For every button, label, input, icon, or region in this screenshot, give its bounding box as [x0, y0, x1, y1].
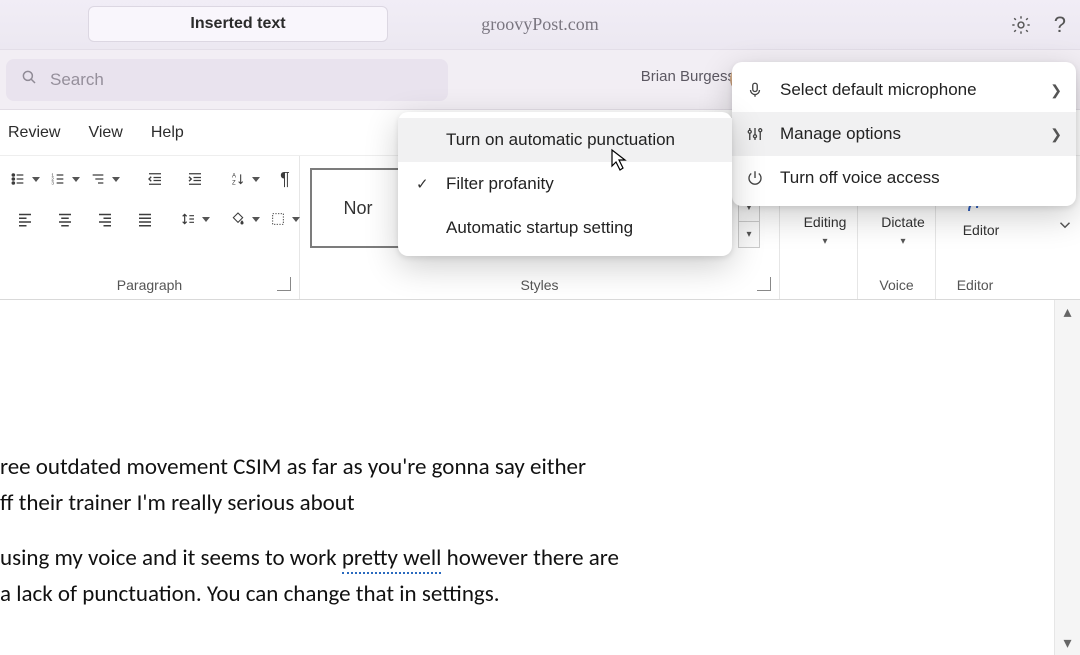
- chevron-down-icon: ▾: [900, 236, 905, 247]
- decrease-indent-button[interactable]: [140, 164, 170, 194]
- search-box[interactable]: [6, 59, 448, 101]
- svg-text:A: A: [232, 174, 236, 180]
- chevron-right-icon: ❯: [1050, 82, 1062, 99]
- document-title: Inserted text: [190, 15, 285, 33]
- ribbon-group-label: Paragraph: [0, 277, 299, 293]
- document-paragraph: ree outdated movement CSIM as far as you…: [0, 450, 1040, 521]
- ribbon-group-paragraph: 123 AZ ¶: [0, 156, 300, 299]
- align-center-button[interactable]: [50, 204, 80, 234]
- bullets-button[interactable]: [10, 164, 40, 194]
- increase-indent-button[interactable]: [180, 164, 210, 194]
- vertical-scrollbar[interactable]: ▴ ▾: [1054, 300, 1080, 655]
- menu-item-manage-options[interactable]: Manage options ❯: [732, 112, 1076, 156]
- style-normal-card[interactable]: Nor: [310, 168, 406, 248]
- document-canvas[interactable]: ree outdated movement CSIM as far as you…: [0, 300, 1080, 655]
- document-title-pill[interactable]: Inserted text: [88, 6, 388, 42]
- align-left-button[interactable]: [10, 204, 40, 234]
- help-icon[interactable]: ?: [1054, 12, 1066, 38]
- search-icon: [20, 68, 38, 91]
- numbering-button[interactable]: 123: [50, 164, 80, 194]
- menu-item-select-default-microphone[interactable]: Select default microphone ❯: [732, 68, 1076, 112]
- settings-gear-icon[interactable]: [1010, 14, 1032, 36]
- menu-view[interactable]: View: [88, 124, 122, 142]
- manage-options-submenu: Turn on automatic punctuation Filter pro…: [398, 112, 732, 256]
- scroll-down-icon[interactable]: ▾: [1055, 631, 1080, 655]
- shading-button[interactable]: [230, 204, 260, 234]
- title-bar: Inserted text groovyPost.com ?: [0, 0, 1080, 50]
- menu-item-label: Turn on automatic punctuation: [446, 130, 675, 150]
- menu-item-filter-profanity[interactable]: Filter profanity: [398, 162, 732, 206]
- grammar-underline[interactable]: pretty well: [342, 544, 442, 574]
- menu-item-label: Manage options: [780, 124, 901, 144]
- line-spacing-button[interactable]: [180, 204, 210, 234]
- scroll-up-icon[interactable]: ▴: [1055, 300, 1080, 324]
- ribbon-group-label: Editor: [936, 277, 1014, 293]
- menu-item-automatic-startup[interactable]: Automatic startup setting: [398, 206, 732, 250]
- site-watermark: groovyPost.com: [481, 14, 599, 35]
- document-paragraph: using my voice and it seems to work pret…: [0, 541, 1040, 612]
- ribbon-group-label: Voice: [858, 277, 935, 293]
- voice-settings-menu: Select default microphone ❯ Manage optio…: [732, 62, 1076, 206]
- paragraph-dialog-launcher-icon[interactable]: [277, 277, 291, 291]
- align-right-button[interactable]: [90, 204, 120, 234]
- chevron-down-icon: ▾: [822, 236, 827, 247]
- styles-more-icon[interactable]: ▾: [739, 222, 759, 247]
- paragraph-marks-button[interactable]: ¶: [270, 164, 300, 194]
- chevron-right-icon: ❯: [1050, 126, 1062, 143]
- svg-text:Z: Z: [232, 180, 236, 186]
- style-card-label: Nor: [343, 198, 372, 219]
- editor-label: Editor: [963, 222, 1000, 238]
- menu-item-label: Select default microphone: [780, 80, 977, 100]
- multilevel-list-button[interactable]: [90, 164, 120, 194]
- power-icon: [746, 169, 764, 187]
- ribbon-group-label: Styles: [300, 277, 779, 293]
- account-name[interactable]: Brian Burgess: [641, 68, 735, 85]
- tune-icon: [746, 125, 764, 143]
- menu-item-label: Automatic startup setting: [446, 218, 633, 238]
- menu-item-auto-punctuation[interactable]: Turn on automatic punctuation: [398, 118, 732, 162]
- styles-dialog-launcher-icon[interactable]: [757, 277, 771, 291]
- menu-item-label: Filter profanity: [446, 174, 554, 194]
- justify-button[interactable]: [130, 204, 160, 234]
- search-input[interactable]: [50, 70, 434, 90]
- sort-button[interactable]: AZ: [230, 164, 260, 194]
- menu-review[interactable]: Review: [8, 124, 60, 142]
- borders-button[interactable]: [270, 204, 300, 234]
- mic-icon: [746, 81, 764, 99]
- ribbon-expand-icon[interactable]: [1056, 216, 1074, 239]
- menu-item-turn-off-voice-access[interactable]: Turn off voice access: [732, 156, 1076, 200]
- editing-label: Editing: [804, 214, 847, 230]
- svg-text:3: 3: [51, 180, 54, 185]
- menu-item-label: Turn off voice access: [780, 168, 940, 188]
- dictate-label: Dictate: [881, 214, 925, 230]
- menu-help[interactable]: Help: [151, 124, 184, 142]
